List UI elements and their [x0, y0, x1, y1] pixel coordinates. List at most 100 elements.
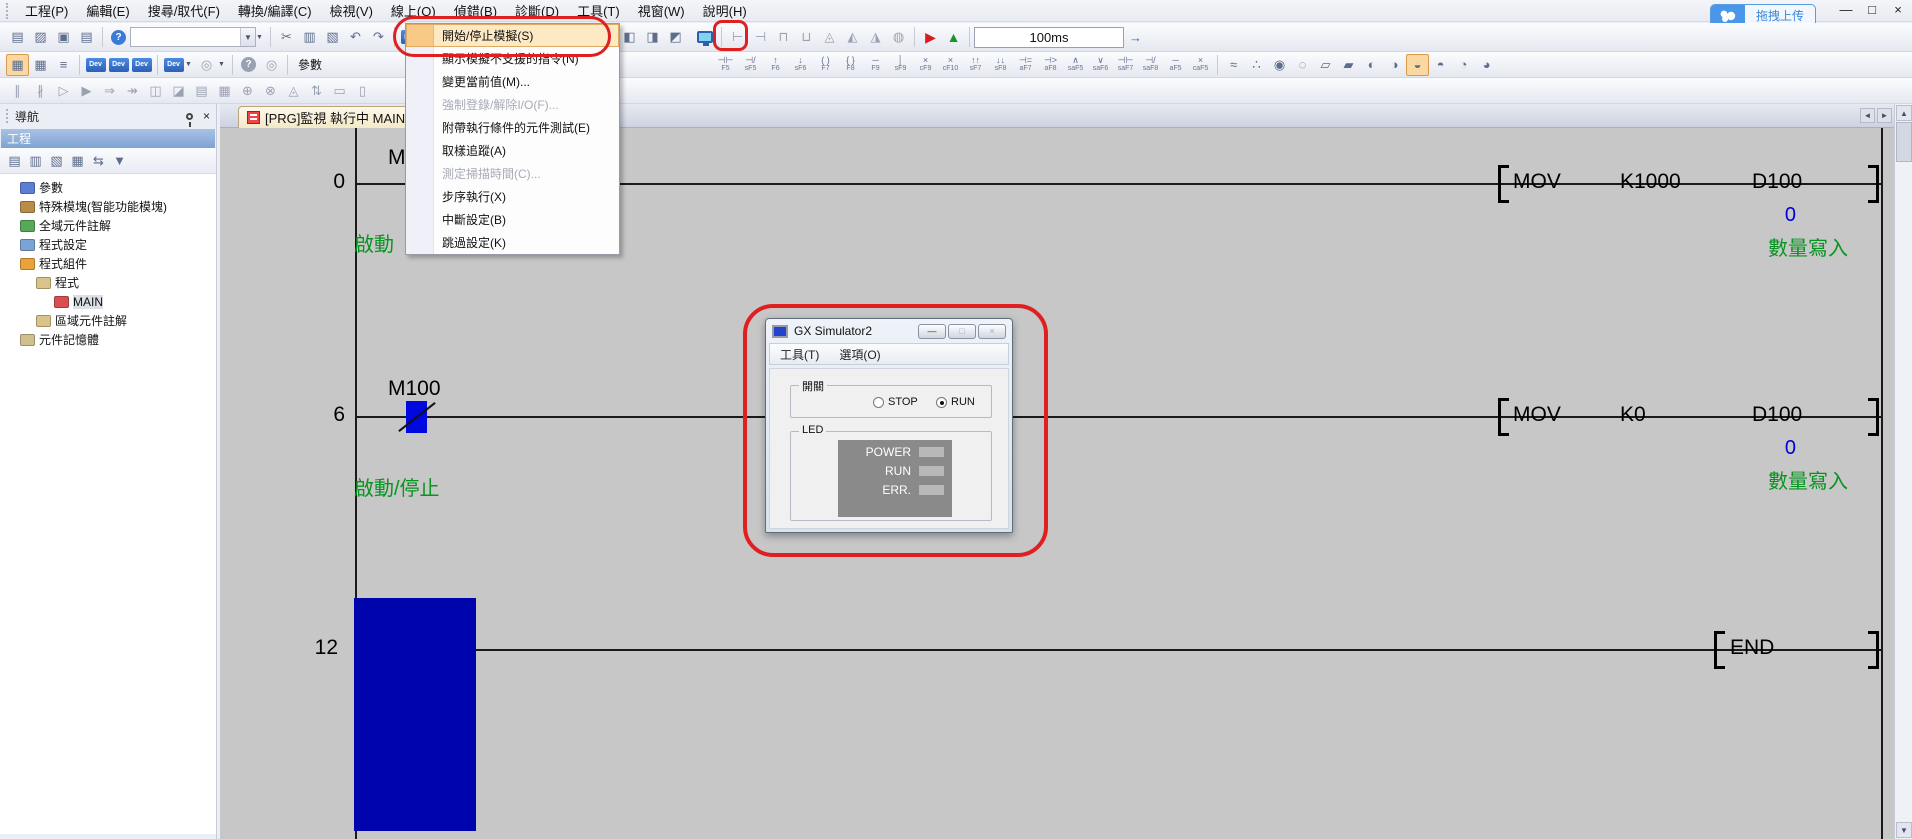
menu-item[interactable]: 轉換/編譯(C): [229, 0, 321, 22]
debug-menu-item[interactable]: 顯示模擬不支援的指令(N): [406, 47, 619, 70]
toolbar-icon[interactable]: ⊣: [749, 26, 772, 48]
scan-time-field[interactable]: [974, 27, 1124, 48]
pin-icon[interactable]: [186, 113, 193, 120]
tree-item[interactable]: 全域元件註解: [0, 216, 216, 235]
toolbar-icon[interactable]: ◧: [618, 26, 641, 48]
selection-cursor[interactable]: [354, 598, 476, 831]
toolbar-icon[interactable]: ∦: [29, 80, 52, 102]
toolbar-icon[interactable]: ◫: [144, 80, 167, 102]
chevron-down-icon[interactable]: ▼: [218, 61, 228, 68]
ladder-symbol-button[interactable]: ⊣=aF7: [1013, 53, 1038, 77]
toolbar-icon[interactable]: ▨: [29, 26, 52, 48]
tab-scroll-left-icon[interactable]: ◄: [1860, 108, 1875, 123]
debug-menu-item[interactable]: 強制登錄/解除I/O(F)...: [406, 93, 619, 116]
menu-item[interactable]: 說明(H): [694, 0, 756, 22]
ladder-symbol-button[interactable]: { }F8: [838, 53, 863, 77]
dialog-menu-tools[interactable]: 工具(T): [770, 346, 829, 363]
ladder-symbol-button[interactable]: ×cF10: [938, 53, 963, 77]
toolbar-icon[interactable]: ↠: [121, 80, 144, 102]
project-tool-icon[interactable]: ▧: [46, 150, 67, 172]
scrollbar-thumb[interactable]: [1896, 122, 1912, 162]
toolbar-icon[interactable]: ▷: [52, 80, 75, 102]
toolbar-icon[interactable]: ▤: [190, 80, 213, 102]
menu-item[interactable]: 工具(T): [568, 0, 629, 22]
ladder-symbol-button[interactable]: ↑↑sF7: [963, 53, 988, 77]
toolbar-icon[interactable]: ▧: [321, 26, 344, 48]
project-tool-icon[interactable]: ▦: [67, 150, 88, 172]
tree-item[interactable]: MAIN: [0, 292, 216, 311]
ladder-symbol-button[interactable]: ⊣⊢saF7: [1113, 53, 1138, 77]
device-display-icon[interactable]: Dev: [162, 54, 185, 76]
ladder-symbol-button[interactable]: ⊣/saF8: [1138, 53, 1163, 77]
toolbar-icon[interactable]: ◓: [1429, 54, 1452, 76]
toolbar-icon[interactable]: ◮: [864, 26, 887, 48]
program-check-icon[interactable]: ▲: [942, 26, 965, 48]
toolbar-icon[interactable]: ≡: [52, 54, 75, 76]
toolbar-icon[interactable]: ∥: [6, 80, 29, 102]
restore-icon[interactable]: □: [1864, 2, 1880, 17]
toolbar-icon[interactable]: ▤: [6, 26, 29, 48]
toolbar-icon[interactable]: ◉: [1268, 54, 1291, 76]
close-icon[interactable]: ×: [1890, 2, 1906, 17]
tree-item[interactable]: 特殊模塊(智能功能模塊): [0, 197, 216, 216]
toolbar-icon[interactable]: ▥: [298, 26, 321, 48]
ladder-symbol-button[interactable]: ⊣>aF8: [1038, 53, 1063, 77]
data-combobox[interactable]: ▼: [130, 27, 256, 47]
toolbar-icon[interactable]: ↶: [344, 26, 367, 48]
help2-icon[interactable]: ?: [237, 54, 260, 76]
chevron-down-icon[interactable]: ▼: [240, 28, 255, 46]
menu-item[interactable]: 編輯(E): [77, 0, 138, 22]
chevron-down-icon[interactable]: ▼: [185, 61, 195, 68]
ladder-symbol-button[interactable]: ⊣/sF5: [738, 53, 763, 77]
ladder-symbol-button[interactable]: ─F9: [863, 53, 888, 77]
debug-menu-item[interactable]: 測定掃描時間(C)...: [406, 162, 619, 185]
run-radio[interactable]: RUN: [936, 396, 975, 408]
toolbar-icon[interactable]: ▯: [351, 80, 374, 102]
start-stop-simulation-icon[interactable]: [693, 26, 717, 48]
panel-close-icon[interactable]: ×: [203, 109, 210, 123]
toolbar-icon[interactable]: ⊢: [726, 26, 749, 48]
menu-item[interactable]: 偵錯(B): [445, 0, 506, 22]
debug-menu-item[interactable]: 附帶執行條件的元件測試(E): [406, 116, 619, 139]
tab-scroll-right-icon[interactable]: ►: [1877, 108, 1892, 123]
ladder-symbol-button[interactable]: ×cF9: [913, 53, 938, 77]
ladder-symbol-button[interactable]: ⊣⊢F5: [713, 53, 738, 77]
find-icon[interactable]: ◎: [260, 54, 283, 76]
dialog-title-bar[interactable]: GX Simulator2 — □ ×: [766, 319, 1012, 343]
tree-item[interactable]: 程式: [0, 273, 216, 292]
debug-menu-item[interactable]: 開始/停止模擬(S): [406, 24, 619, 47]
ladder-symbol-button[interactable]: ∨saF6: [1088, 53, 1113, 77]
toolbar-icon[interactable]: ▦: [6, 54, 29, 76]
toolbar-icon[interactable]: ◍: [887, 26, 910, 48]
device-use-list-icon[interactable]: Dev: [130, 54, 153, 76]
toolbar-icon[interactable]: ◬: [818, 26, 841, 48]
tree-item[interactable]: 元件記憶體: [0, 330, 216, 349]
ladder-symbol-button[interactable]: ( )F7: [813, 53, 838, 77]
editor-tab-main[interactable]: [PRG]監視 執行中 MAIN: [238, 106, 420, 128]
toolbar-icon[interactable]: ⊓: [772, 26, 795, 48]
toolbar-icon[interactable]: ⊔: [795, 26, 818, 48]
menu-item[interactable]: 工程(P): [16, 0, 77, 22]
dialog-menu-options[interactable]: 選項(O): [829, 346, 890, 363]
toolbar-icon[interactable]: ↷: [367, 26, 390, 48]
toolbar-icon[interactable]: ⇅: [305, 80, 328, 102]
toolbar-icon[interactable]: ✂: [275, 26, 298, 48]
toolbar-icon[interactable]: ▰: [1337, 54, 1360, 76]
ladder-symbol-button[interactable]: ↑F6: [763, 53, 788, 77]
device-comment-find-icon[interactable]: Dev: [84, 54, 107, 76]
toolbar-icon[interactable]: ◭: [841, 26, 864, 48]
debug-menu-item[interactable]: 中斷設定(B): [406, 208, 619, 231]
minimize-icon[interactable]: —: [1838, 2, 1854, 17]
project-tool-icon[interactable]: ▤: [4, 150, 25, 172]
toolbar-icon[interactable]: ▦: [29, 54, 52, 76]
tree-item[interactable]: 區域元件註解: [0, 311, 216, 330]
toolbar-icon[interactable]: ◩: [664, 26, 687, 48]
tree-item[interactable]: 程式組件: [0, 254, 216, 273]
project-tool-icon[interactable]: ▥: [25, 150, 46, 172]
toolbar-icon[interactable]: ◔: [1452, 54, 1475, 76]
menu-item[interactable]: 搜尋/取代(F): [139, 0, 229, 22]
toolbar-icon[interactable]: ◪: [167, 80, 190, 102]
project-tab[interactable]: 工程: [1, 129, 215, 148]
device-reference-icon[interactable]: Dev: [107, 54, 130, 76]
tree-item[interactable]: 程式設定: [0, 235, 216, 254]
